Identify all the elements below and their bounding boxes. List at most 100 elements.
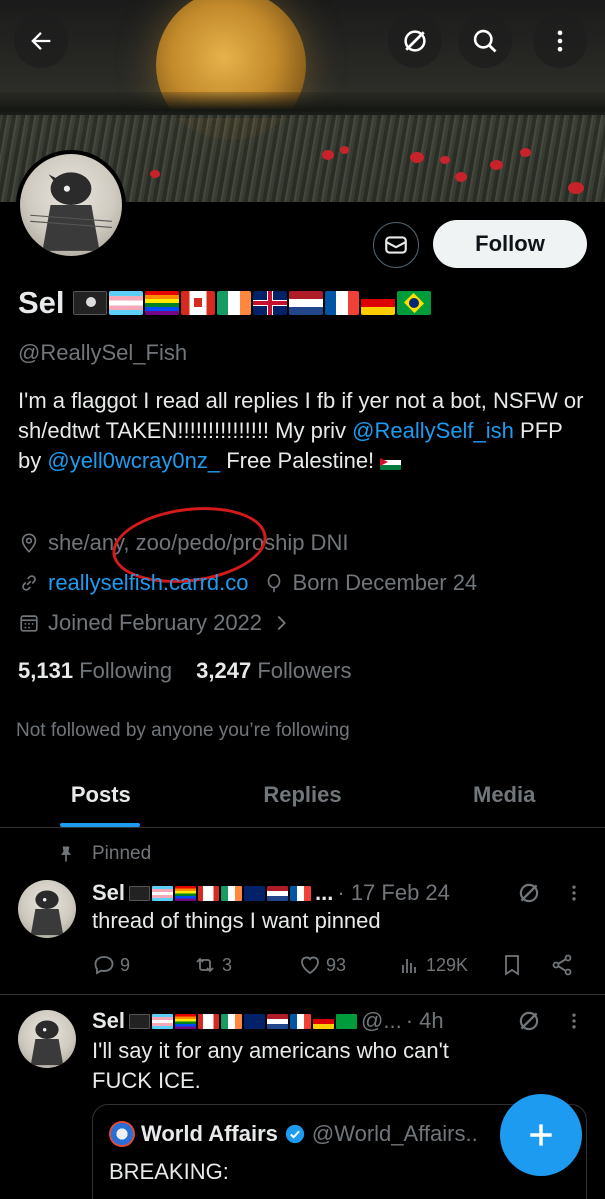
france-flag-emoji (290, 885, 312, 901)
tweet-author[interactable]: Sel ... · 17 Feb 24 (92, 880, 450, 906)
banner-poppy (150, 170, 160, 178)
like-button[interactable]: 93 (298, 953, 346, 977)
more-button[interactable] (533, 14, 587, 68)
grok-icon[interactable] (516, 880, 542, 906)
canada-flag-emoji (198, 1013, 220, 1029)
bio-mention-link[interactable]: @yell0wcray0nz_ (47, 448, 220, 473)
uk-flag-emoji (252, 291, 287, 315)
joined-row[interactable]: Joined February 2022 (18, 610, 292, 636)
grok-icon[interactable] (516, 1008, 542, 1034)
canada-flag-emoji (198, 885, 220, 901)
palestine-flag-emoji (380, 454, 402, 470)
banner-poppy (520, 148, 531, 157)
bookmark-icon[interactable] (500, 953, 524, 977)
pirate-flag-emoji (129, 885, 151, 901)
flag-emoji-row (129, 885, 312, 901)
following-count: 5,131 (18, 658, 74, 683)
reply-count: 9 (120, 954, 131, 975)
envelope-icon (385, 236, 407, 254)
avatar-image (20, 154, 122, 256)
quote-text: BREAKING: (109, 1159, 229, 1184)
grok-icon (404, 30, 426, 52)
rainbow-flag-emoji (144, 291, 179, 315)
tweet-author-suffix: ... (315, 880, 334, 905)
france-flag-emoji (324, 291, 359, 315)
pinned-indicator: Pinned (56, 843, 151, 865)
tweet-text: I'll say it for any americans who can't … (92, 1036, 449, 1096)
avatar-drawing (30, 890, 64, 936)
repost-icon (196, 957, 214, 973)
tweet-avatar[interactable] (18, 1010, 76, 1068)
view-count: 129K (426, 954, 469, 975)
views-button[interactable]: 129K (398, 953, 468, 977)
display-name: Sel (18, 285, 65, 320)
joined-text: Joined February 2022 (48, 610, 263, 635)
location-pin-icon (21, 533, 37, 553)
calendar-icon (20, 615, 38, 632)
uk-flag-emoji (244, 1013, 266, 1029)
followers-link[interactable]: 3,247 Followers (196, 658, 351, 684)
avatar-drawing (30, 172, 112, 251)
profile-name: Sel (18, 285, 431, 321)
banner-poppy (455, 172, 467, 182)
trans-flag-emoji (108, 291, 143, 315)
chevron-right-icon (277, 615, 286, 631)
quote-avatar (109, 1121, 135, 1147)
netherlands-flag-emoji (267, 885, 289, 901)
share-icon[interactable] (550, 953, 574, 977)
reply-button[interactable]: 9 (92, 953, 130, 977)
tweet-author-handle: @... (361, 1008, 402, 1033)
follow-button[interactable]: Follow (433, 220, 587, 268)
quote-author-handle: @World_Affairs.. (311, 1121, 478, 1146)
followers-count: 3,247 (196, 658, 252, 683)
not-followed-notice: Not followed by anyone you’re following (16, 720, 350, 741)
pronouns-row: she/any, zoo/pedo/proship DNI (18, 530, 348, 556)
website-link[interactable]: reallyselfish.carrd.co (48, 570, 249, 596)
pin-icon (61, 846, 71, 862)
more-vertical-icon[interactable] (564, 882, 584, 904)
search-button[interactable] (458, 14, 512, 68)
pronouns-text: she/any, zoo/pedo/proship DNI (48, 530, 349, 555)
canada-flag-emoji (180, 291, 215, 315)
views-icon (402, 959, 416, 973)
following-link[interactable]: 5,131 Following (18, 658, 172, 684)
balloon-icon (267, 573, 280, 593)
pirate-flag-emoji (72, 291, 107, 315)
compose-button[interactable] (500, 1094, 582, 1176)
grok-button[interactable] (388, 14, 442, 68)
flag-emoji-row (129, 1013, 358, 1029)
banner-poppy (410, 152, 424, 163)
more-vertical-icon[interactable] (564, 1010, 584, 1032)
birthday-text: Born December 24 (292, 570, 478, 595)
profile-bio: I'm a flaggot I read all replies I fb if… (18, 386, 588, 476)
search-icon (473, 29, 497, 53)
message-button[interactable] (373, 222, 419, 268)
repost-button[interactable]: 3 (192, 953, 232, 977)
tab-replies[interactable]: Replies (202, 770, 404, 827)
netherlands-flag-emoji (288, 291, 323, 315)
profile-handle: @ReallySel_Fish (18, 340, 188, 365)
bio-mention-link[interactable]: @ReallySelf_ish (352, 418, 514, 443)
banner-poppy (490, 160, 503, 170)
back-button[interactable] (14, 14, 68, 68)
banner-poppy (440, 156, 450, 164)
tweet-author[interactable]: Sel @... · 4h (92, 1008, 444, 1034)
like-count: 93 (326, 954, 347, 975)
trans-flag-emoji (152, 885, 174, 901)
compose-plus-icon (530, 1124, 552, 1146)
ireland-flag-emoji (221, 1013, 243, 1029)
tweet-avatar[interactable] (18, 880, 76, 938)
follow-counts: 5,131 Following 3,247 Followers (18, 658, 351, 684)
france-flag-emoji (290, 1013, 312, 1029)
pinned-label: Pinned (92, 843, 152, 864)
tab-media[interactable]: Media (403, 770, 605, 827)
bio-text: Free Palestine! (220, 448, 375, 473)
tab-posts[interactable]: Posts (0, 770, 202, 827)
brazil-flag-emoji (336, 1013, 358, 1029)
followers-label: Followers (257, 658, 352, 683)
netherlands-flag-emoji (267, 1013, 289, 1029)
avatar-drawing (30, 1020, 64, 1066)
germany-flag-emoji (360, 291, 395, 315)
tweet-date: · 17 Feb 24 (337, 880, 450, 905)
profile-avatar[interactable] (16, 150, 126, 260)
